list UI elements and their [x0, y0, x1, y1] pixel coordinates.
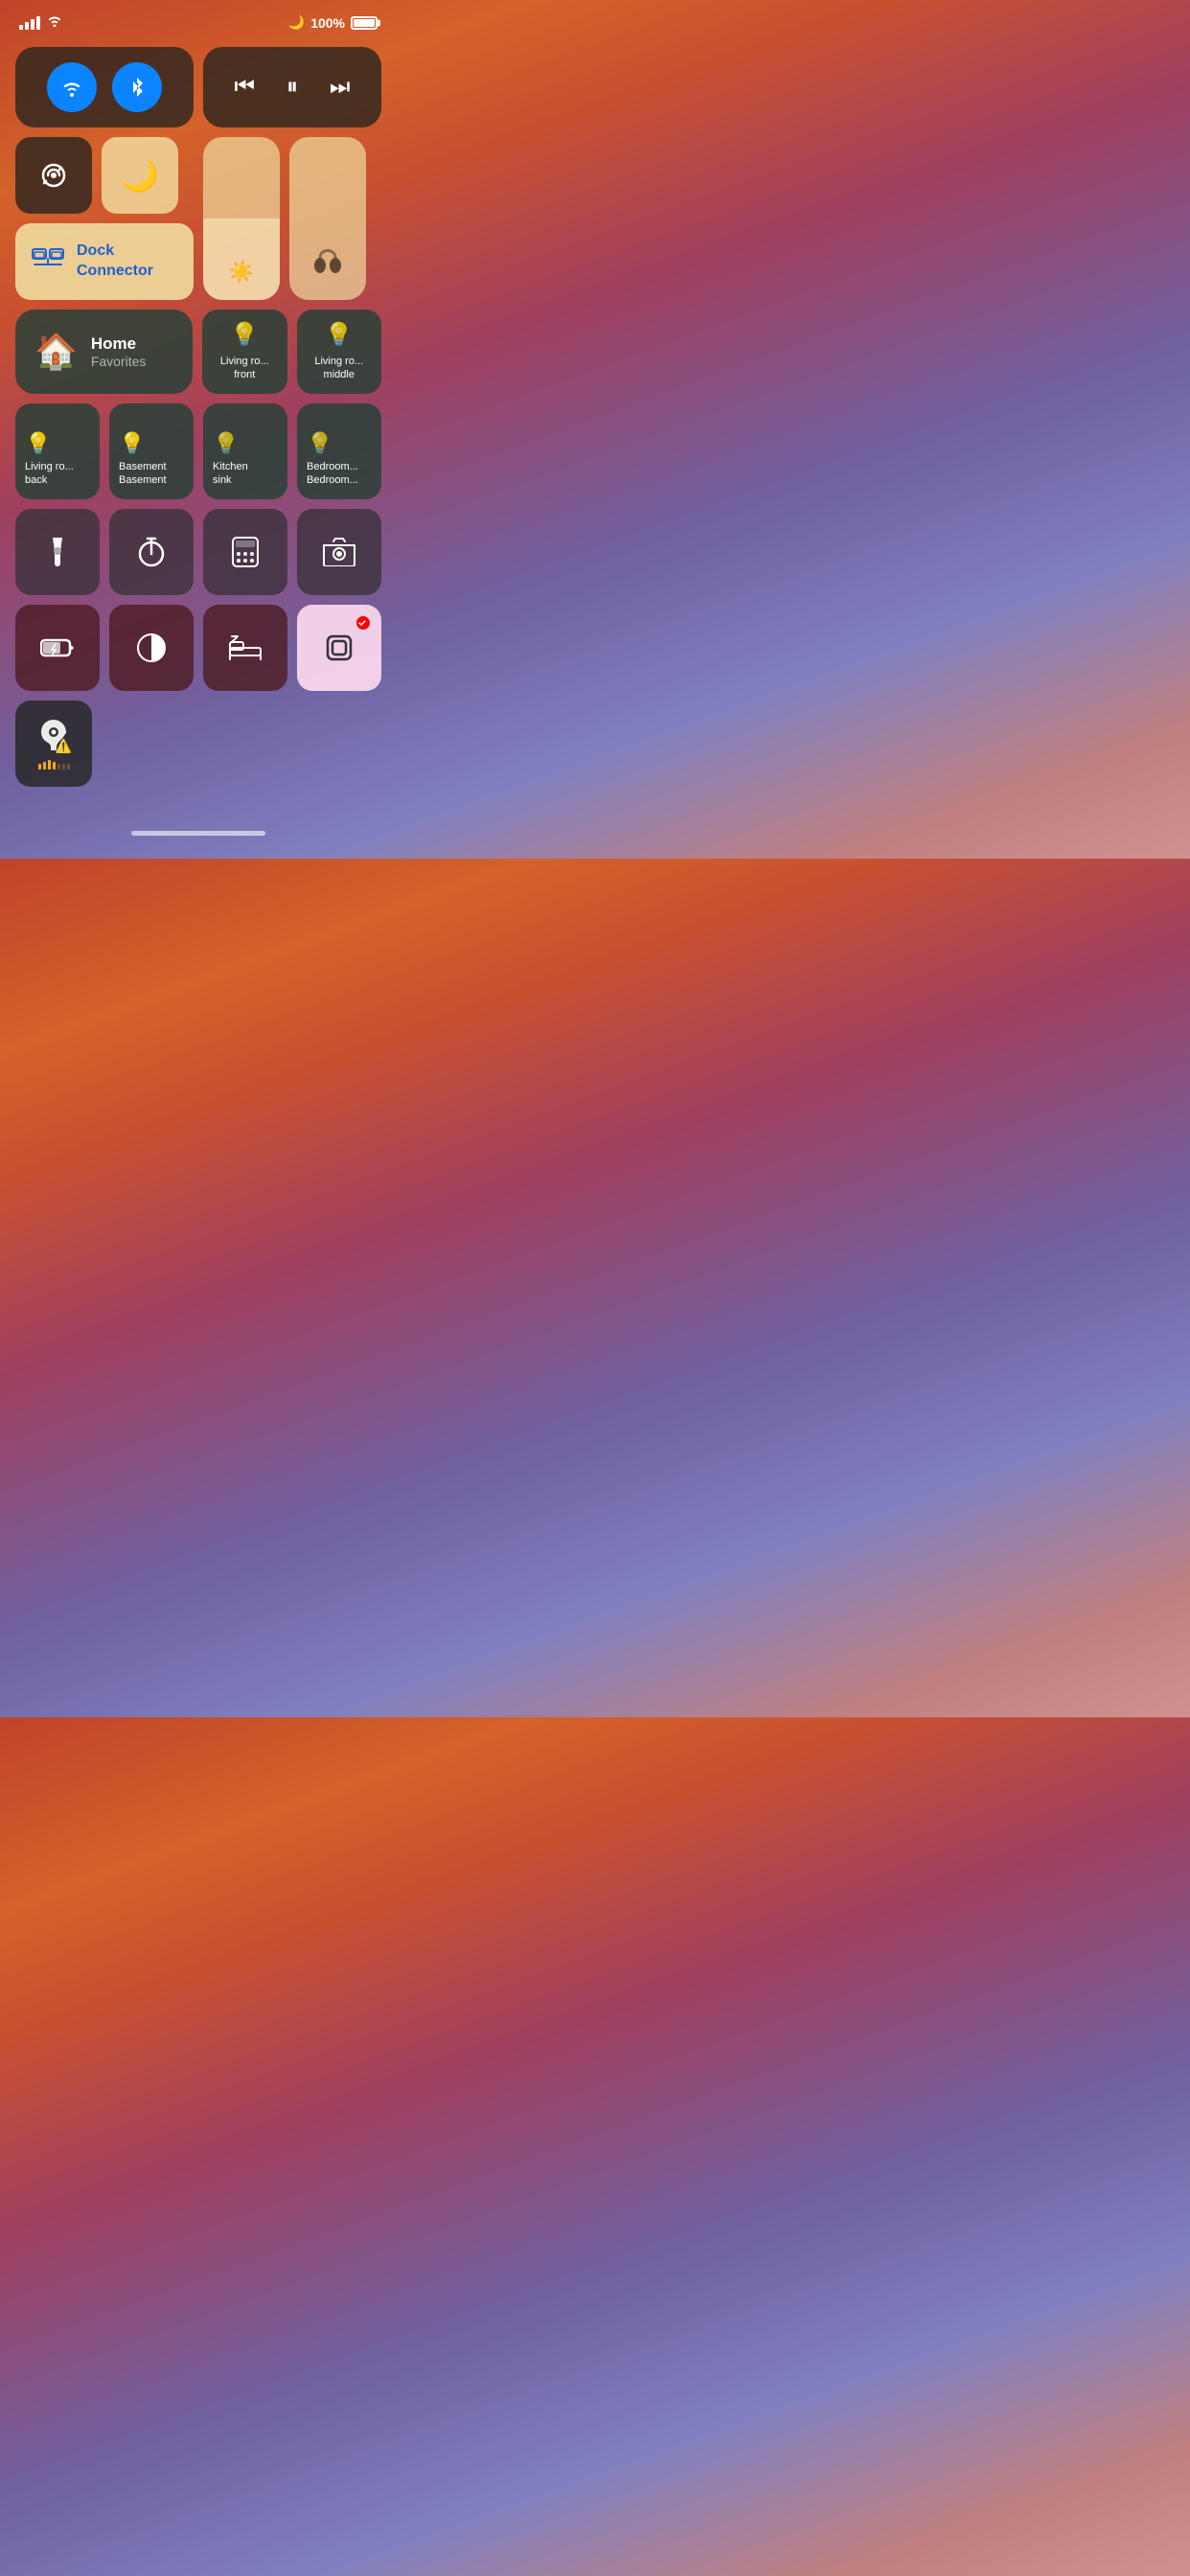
living-room-back-button[interactable]: 💡 Living ro...back: [15, 403, 100, 499]
sleep-button[interactable]: [203, 605, 287, 691]
row-more-utilities: [15, 605, 381, 691]
light-middle-icon: 💡: [325, 321, 354, 349]
signal-icon: [19, 16, 40, 30]
living-room-middle-button[interactable]: 💡 Living ro...middle: [297, 310, 382, 394]
light-middle-label: Living ro...middle: [314, 355, 363, 382]
light-basement-icon: 💡: [119, 431, 145, 456]
light-front-icon: 💡: [230, 321, 259, 349]
row-lock-dnd-dock: 🌙 Dock Connector ☀️: [15, 137, 381, 300]
light-bedroom-icon: 💡: [307, 431, 332, 456]
airpods-panel[interactable]: [289, 137, 366, 300]
brightness-headphones: ☀️: [203, 137, 381, 300]
control-center: ⏮ ⏸ ⏭ 🌙: [0, 39, 397, 821]
home-text: Home Favorites: [91, 334, 147, 369]
record-active-badge: [356, 616, 370, 630]
lock-dnd-row: 🌙: [15, 137, 194, 214]
brightness-slider[interactable]: ☀️: [203, 137, 280, 300]
camera-button[interactable]: [297, 509, 381, 595]
home-favorites-button[interactable]: 🏠 Home Favorites: [15, 310, 193, 394]
basement-button[interactable]: 💡 BasementBasement: [109, 403, 194, 499]
dock-connector-icon: [31, 245, 65, 279]
row-connectivity-media: ⏮ ⏸ ⏭: [15, 47, 381, 127]
light-kitchen-label: Kitchensink: [213, 460, 248, 488]
portrait-lock-button[interactable]: [15, 137, 92, 214]
screen-record-button[interactable]: [297, 605, 381, 691]
hearing-level-bars: [38, 760, 70, 770]
status-left: [19, 13, 63, 32]
home-title: Home: [91, 334, 147, 354]
dark-mode-button[interactable]: [109, 605, 194, 691]
light-back-icon: 💡: [25, 431, 51, 456]
living-room-front-button[interactable]: 💡 Living ro...front: [202, 310, 287, 394]
connectivity-panel: [15, 47, 194, 127]
timer-button[interactable]: [109, 509, 194, 595]
row-home: 🏠 Home Favorites 💡 Living ro...front 💡 L…: [15, 310, 381, 394]
media-controls-panel: ⏮ ⏸ ⏭: [203, 47, 381, 127]
kitchen-sink-button[interactable]: 💡 Kitchensink: [203, 403, 287, 499]
hearing-button[interactable]: ⚠️: [15, 701, 92, 787]
light-basement-label: BasementBasement: [119, 460, 167, 488]
media-pause-button[interactable]: ⏸: [286, 74, 298, 101]
home-subtitle: Favorites: [91, 354, 147, 369]
row-2-left: 🌙 Dock Connector: [15, 137, 194, 300]
media-forward-button[interactable]: ⏭: [330, 74, 351, 101]
dock-connector-label: Dock Connector: [77, 242, 178, 282]
battery-icon: [351, 16, 378, 30]
battery-percent: 100%: [310, 15, 345, 31]
brightness-icon: ☀️: [228, 260, 254, 285]
home-indicator-bar: [131, 831, 265, 836]
bluetooth-button[interactable]: [112, 62, 162, 112]
media-rewind-button[interactable]: ⏮: [234, 74, 255, 101]
dock-connector-button[interactable]: Dock Connector: [15, 223, 194, 300]
moon-icon: 🌙: [288, 14, 305, 31]
status-bar: 🌙 100%: [0, 0, 397, 39]
home-indicator: [0, 821, 397, 855]
light-front-label: Living ro...front: [220, 355, 269, 382]
row-small-lights: 💡 Living ro...back 💡 BasementBasement 💡 …: [15, 403, 381, 499]
home-icon: 🏠: [34, 332, 78, 372]
low-power-button[interactable]: [15, 605, 100, 691]
status-right: 🌙 100%: [288, 14, 378, 31]
light-bedroom-label: Bedroom...Bedroom...: [307, 460, 358, 488]
wifi-status-icon: [46, 13, 63, 32]
row-utilities: [15, 509, 381, 595]
flashlight-button[interactable]: [15, 509, 100, 595]
light-back-label: Living ro...back: [25, 460, 74, 488]
row-hearing: ⚠️: [15, 701, 381, 787]
do-not-disturb-button[interactable]: 🌙: [102, 137, 178, 214]
wifi-button[interactable]: [47, 62, 97, 112]
bedroom-button[interactable]: 💡 Bedroom...Bedroom...: [297, 403, 381, 499]
calculator-button[interactable]: [203, 509, 287, 595]
light-kitchen-icon: 💡: [213, 431, 239, 456]
